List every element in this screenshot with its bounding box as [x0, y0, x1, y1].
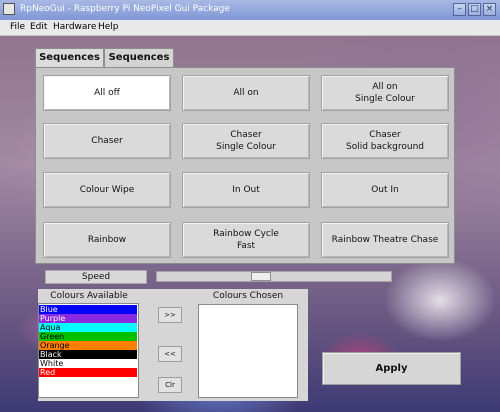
menu-hardware[interactable]: Hardware	[53, 22, 96, 32]
sequence-button-all-on-single-colour[interactable]: All on Single Colour	[321, 75, 449, 111]
sequence-button-all-off[interactable]: All off	[43, 75, 171, 111]
add-colour-button[interactable]: >>	[158, 307, 182, 323]
button-label: Out In	[371, 185, 399, 195]
menu-help[interactable]: Help	[98, 22, 119, 32]
colour-item-green[interactable]: Green	[39, 332, 137, 341]
maximize-button[interactable]: □	[468, 3, 481, 16]
button-label: Rainbow Cycle Fast	[213, 229, 279, 251]
window-title: RpNeoGui - Raspberry Pi NeoPixel Gui Pac…	[20, 4, 230, 14]
menu-edit[interactable]: Edit	[30, 22, 47, 32]
colours-available-list[interactable]: Blue Purple Aqua Green Orange Black Whit…	[38, 303, 139, 398]
colour-item-red[interactable]: Red	[39, 368, 137, 377]
apply-button[interactable]: Apply	[322, 352, 461, 385]
button-label: Chaser Single Colour	[216, 130, 276, 152]
colour-item-white[interactable]: White	[39, 359, 137, 368]
button-label: Chaser	[91, 136, 123, 146]
remove-colour-button[interactable]: <<	[158, 346, 182, 362]
close-button[interactable]: ×	[483, 3, 496, 16]
sequence-button-all-on[interactable]: All on	[182, 75, 310, 111]
tab-sequences-2[interactable]: Sequences 2	[104, 48, 174, 81]
tab-sequences-1[interactable]: Sequences 1	[35, 48, 104, 81]
sequence-button-rainbow-theatre-chase[interactable]: Rainbow Theatre Chase	[321, 222, 449, 258]
sequences-panel: All off All on All on Single Colour Chas…	[35, 67, 455, 264]
button-label: In Out	[232, 185, 260, 195]
colour-item-blue[interactable]: Blue	[39, 305, 137, 314]
sequence-button-in-out[interactable]: In Out	[182, 172, 310, 208]
app-window: RpNeoGui - Raspberry Pi NeoPixel Gui Pac…	[0, 0, 500, 412]
app-icon[interactable]	[3, 3, 15, 15]
button-label: Colour Wipe	[79, 185, 135, 195]
sequence-button-out-in[interactable]: Out In	[321, 172, 449, 208]
colours-chosen-list[interactable]	[198, 304, 298, 398]
colour-item-aqua[interactable]: Aqua	[39, 323, 137, 332]
menu-bar: File Edit Hardware Help	[0, 20, 500, 36]
colour-item-orange[interactable]: Orange	[39, 341, 137, 350]
menu-file[interactable]: File	[10, 22, 25, 32]
button-label: Rainbow Theatre Chase	[331, 235, 439, 245]
sequence-button-rainbow-cycle-fast[interactable]: Rainbow Cycle Fast	[182, 222, 310, 258]
speed-label: Speed	[45, 270, 147, 284]
button-label: Chaser Solid background	[345, 130, 425, 152]
sequence-button-colour-wipe[interactable]: Colour Wipe	[43, 172, 171, 208]
colours-available-title: Colours Available	[50, 291, 128, 301]
sequence-button-chaser-solid-background[interactable]: Chaser Solid background	[321, 123, 449, 159]
sequence-button-rainbow[interactable]: Rainbow	[43, 222, 171, 258]
button-label: All on Single Colour	[355, 82, 415, 104]
colour-item-purple[interactable]: Purple	[39, 314, 137, 323]
button-label: All off	[94, 88, 120, 98]
speed-slider[interactable]	[156, 271, 392, 282]
colour-selection-area: Colours Available Blue Purple Aqua Green…	[38, 289, 308, 401]
button-label: All on	[233, 88, 259, 98]
speed-slider-handle[interactable]	[251, 272, 271, 281]
sequence-button-chaser[interactable]: Chaser	[43, 123, 171, 159]
colour-item-black[interactable]: Black	[39, 350, 137, 359]
clear-colours-button[interactable]: Clr	[158, 377, 182, 393]
sequence-button-chaser-single-colour[interactable]: Chaser Single Colour	[182, 123, 310, 159]
button-label: Rainbow	[87, 235, 127, 245]
minimize-button[interactable]: –	[453, 3, 466, 16]
colours-chosen-title: Colours Chosen	[212, 291, 284, 301]
title-bar[interactable]: RpNeoGui - Raspberry Pi NeoPixel Gui Pac…	[0, 0, 500, 21]
